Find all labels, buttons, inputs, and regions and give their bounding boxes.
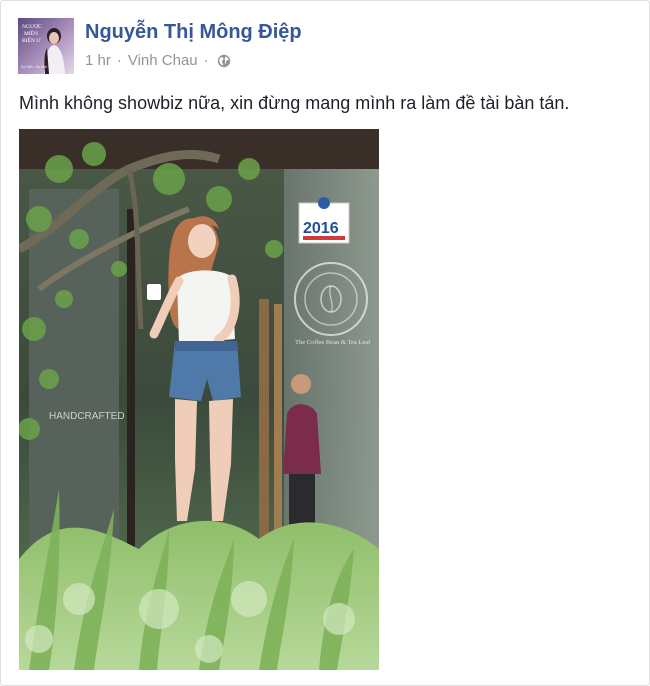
avatar-lettering-4: Kỳ Hân - Ha Mai Trúc [21,65,55,69]
photo-image: HANDCRAFTED 2016 The Coffee Bean & Tea L… [19,129,379,670]
feed-post: NGƯỢC MIỀN BIỂN Ư Kỳ Hân - Ha Mai Trúc N… [0,0,650,686]
window-lettering: HANDCRAFTED [49,411,125,422]
post-location[interactable]: Vinh Chau [128,52,198,69]
author-name-link[interactable]: Nguyễn Thị Mông Điệp [85,21,302,44]
post-timestamp[interactable]: 1 hr [85,52,111,69]
logo-lettering: The Coffee Bean & Tea Leaf [295,339,371,346]
avatar-lettering-1: NGƯỢC [22,23,42,30]
avatar-image: NGƯỢC MIỀN BIỂN Ư Kỳ Hân - Ha Mai Trúc [18,18,74,74]
author-avatar[interactable]: NGƯỢC MIỀN BIỂN Ư Kỳ Hân - Ha Mai Trúc [18,18,74,74]
avatar-lettering-2: MIỀN [24,29,38,37]
post-photo[interactable]: HANDCRAFTED 2016 The Coffee Bean & Tea L… [19,129,379,670]
globe-icon[interactable] [217,54,231,68]
meta-separator: · [203,52,209,69]
avatar-lettering-3: BIỂN Ư [22,36,41,44]
post-message: Mình không showbiz nữa, xin đừng mang mì… [19,93,570,113]
post-meta: 1 hr · Vinh Chau · [85,52,231,69]
meta-separator: · [116,52,122,69]
sign-year: 2016 [303,220,339,237]
